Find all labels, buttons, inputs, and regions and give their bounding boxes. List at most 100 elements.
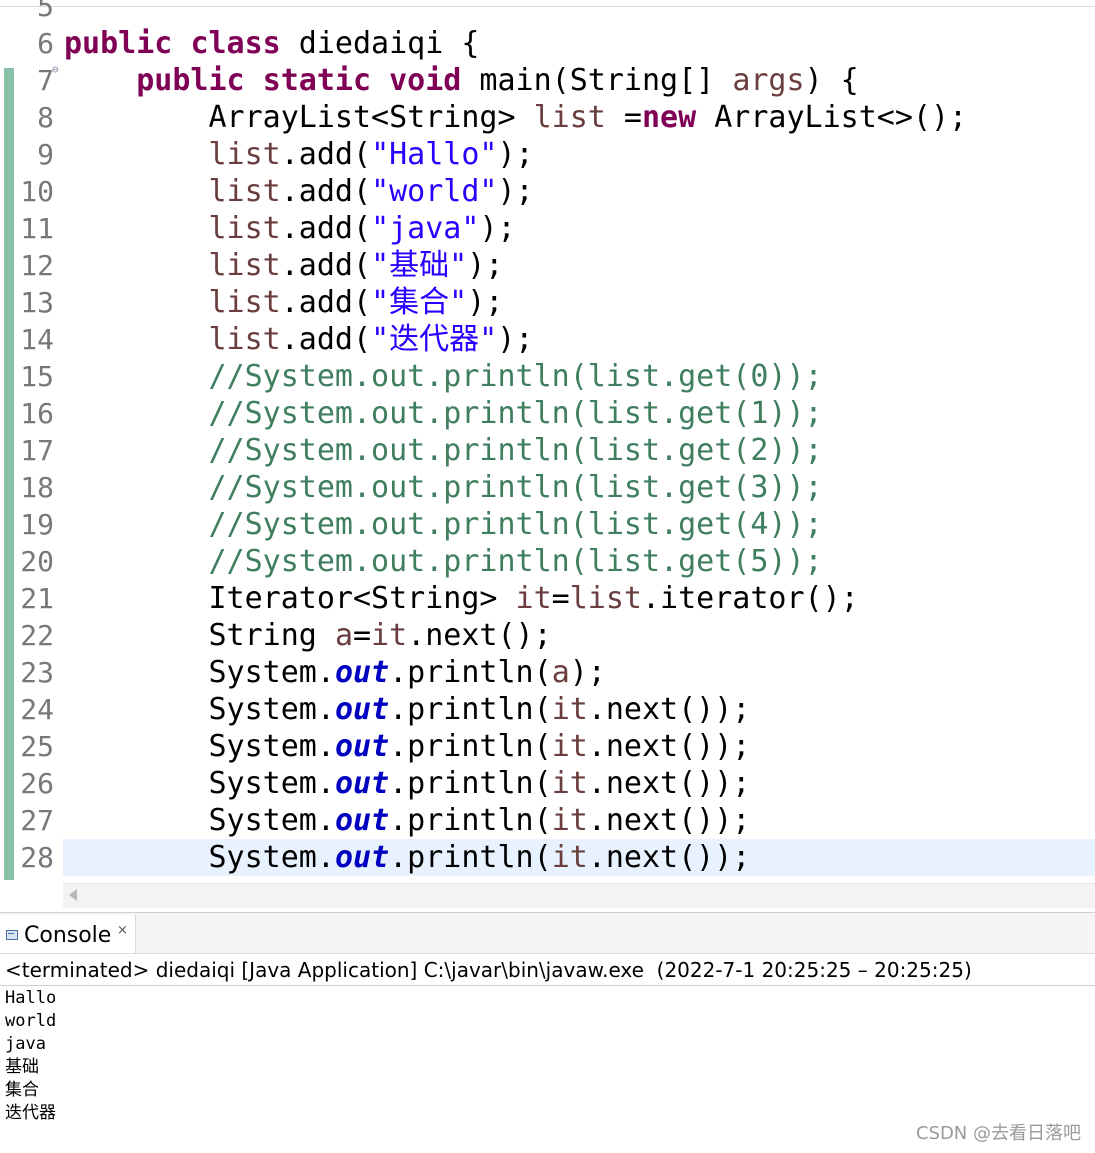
code-token: ); <box>479 211 516 246</box>
code-token: out <box>334 655 390 690</box>
code-token: //System.out.println(list.get(4)); <box>208 507 823 542</box>
code-token: it <box>551 692 588 727</box>
code-line[interactable]: 10 list.add("world"); <box>0 173 1095 210</box>
code-line[interactable]: 16 //System.out.println(list.get(1)); <box>0 395 1095 432</box>
code-line[interactable]: 12 list.add("基础"); <box>0 247 1095 284</box>
code-token: list <box>208 174 281 209</box>
console-tab[interactable]: Console × <box>0 915 136 953</box>
code-line[interactable]: 15 //System.out.println(list.get(0)); <box>0 358 1095 395</box>
horizontal-scrollbar[interactable] <box>63 883 1095 908</box>
code-token: it <box>551 766 588 801</box>
code-token: = <box>353 618 372 653</box>
code-line[interactable]: 28 System.out.println(it.next()); <box>0 839 1095 876</box>
line-number: 16 <box>20 397 54 430</box>
watermark-text: CSDN @去看日落吧 <box>915 1123 1081 1144</box>
code-line[interactable]: 18 //System.out.println(list.get(3)); <box>0 469 1095 506</box>
console-status-text: <terminated> diedaiqi [Java Application]… <box>5 958 972 982</box>
code-token: .println( <box>389 655 552 690</box>
code-token: .next()); <box>587 766 751 801</box>
code-line[interactable]: 17 //System.out.println(list.get(2)); <box>0 432 1095 469</box>
code-token: "java" <box>371 211 480 246</box>
code-text: list.add("集合"); <box>64 284 504 321</box>
code-line[interactable]: 23 System.out.println(a); <box>0 654 1095 691</box>
code-line[interactable]: 20 //System.out.println(list.get(5)); <box>0 543 1095 580</box>
console-icon <box>6 930 18 940</box>
code-token: .add( <box>280 211 372 246</box>
code-line[interactable]: 19 //System.out.println(list.get(4)); <box>0 506 1095 543</box>
code-line[interactable]: 5 <box>0 0 1095 25</box>
code-text: list.add("基础"); <box>64 247 504 284</box>
code-token: .add( <box>280 285 372 320</box>
code-text: System.out.println(it.next()); <box>64 691 750 728</box>
code-text: ArrayList<String> list =new ArrayList<>(… <box>64 99 967 136</box>
code-line[interactable]: 9 list.add("Hallo"); <box>0 136 1095 173</box>
code-token: void <box>389 63 462 98</box>
code-token: list <box>208 322 281 357</box>
code-token: list <box>208 211 281 246</box>
code-token: ); <box>467 285 504 320</box>
fold-toggle-icon[interactable]: ⊖ <box>52 63 59 77</box>
code-token: .add( <box>280 137 372 172</box>
code-token: .next(); <box>407 618 552 653</box>
code-token: it <box>551 729 588 764</box>
code-text: //System.out.println(list.get(5)); <box>64 543 823 580</box>
code-line[interactable]: 11 list.add("java"); <box>0 210 1095 247</box>
code-text: System.out.println(it.next()); <box>64 765 750 802</box>
code-token: .add( <box>280 248 372 283</box>
code-token: a <box>551 655 570 690</box>
code-token: "基础" <box>371 248 468 283</box>
code-line[interactable]: 25 System.out.println(it.next()); <box>0 728 1095 765</box>
code-token: public <box>136 63 245 98</box>
code-token: //System.out.println(list.get(2)); <box>208 433 823 468</box>
console-output[interactable]: Hallo world java 基础 集合 迭代器 <box>5 987 1085 1125</box>
line-number: 14 <box>20 323 54 356</box>
close-icon[interactable]: × <box>117 923 128 938</box>
code-line[interactable]: 14 list.add("迭代器"); <box>0 321 1095 358</box>
code-line[interactable]: 27 System.out.println(it.next()); <box>0 802 1095 839</box>
line-number: 11 <box>20 212 54 245</box>
code-token: = <box>551 581 570 616</box>
code-token: "集合" <box>371 285 468 320</box>
code-token: String <box>64 618 335 653</box>
code-token: out <box>334 729 390 764</box>
code-editor[interactable]: 5 6 public class diedaiqi {7 ⊖ public stati… <box>0 0 1095 910</box>
code-token: .println( <box>389 766 552 801</box>
code-token: //System.out.println(list.get(0)); <box>208 359 823 394</box>
code-token: out <box>334 766 390 801</box>
line-number: 18 <box>20 471 54 504</box>
line-number: 25 <box>20 730 54 763</box>
code-token: list <box>569 581 642 616</box>
line-number: 12 <box>20 249 54 282</box>
code-line[interactable]: 6 public class diedaiqi { <box>0 25 1095 62</box>
code-line[interactable]: 7 ⊖ public static void main(String[] args… <box>0 62 1095 99</box>
code-token: public <box>64 26 173 61</box>
code-token: list <box>208 137 281 172</box>
code-token: "Hallo" <box>371 137 498 172</box>
line-number: 13 <box>20 286 54 319</box>
code-line[interactable]: 24 System.out.println(it.next()); <box>0 691 1095 728</box>
code-line[interactable]: 21 Iterator<String> it=list.iterator(); <box>0 580 1095 617</box>
code-token: .println( <box>389 692 552 727</box>
line-number: 9 <box>37 138 54 171</box>
code-line[interactable]: 22 String a=it.next(); <box>0 617 1095 654</box>
code-token: //System.out.println(list.get(1)); <box>208 396 823 431</box>
code-line[interactable]: 13 list.add("集合"); <box>0 284 1095 321</box>
code-line[interactable]: 26 System.out.println(it.next()); <box>0 765 1095 802</box>
code-line[interactable]: 8 ArrayList<String> list =new ArrayList<… <box>0 99 1095 136</box>
console-output-line: Hallo <box>5 988 57 1008</box>
code-text: list.add("Hallo"); <box>64 136 534 173</box>
line-number: 19 <box>20 508 54 541</box>
scroll-left-arrow-icon[interactable] <box>69 889 77 901</box>
code-token: .next()); <box>587 803 751 838</box>
